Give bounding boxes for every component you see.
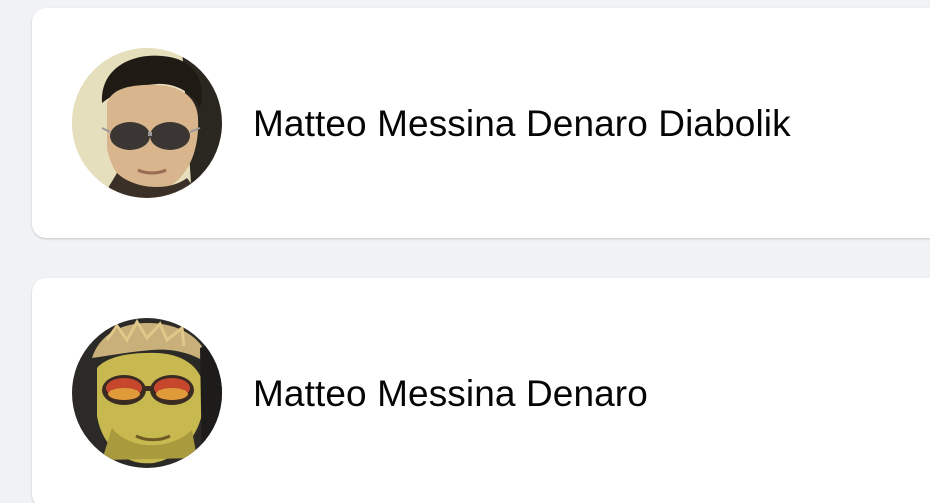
profile-card[interactable]: Matteo Messina Denaro [32,278,930,503]
profile-name[interactable]: Matteo Messina Denaro [253,374,648,414]
search-results-list: Matteo Messina Denaro Diabolik Matteo Me… [0,0,930,503]
avatar[interactable] [72,48,222,198]
profile-card[interactable]: Matteo Messina Denaro Diabolik [32,8,930,238]
profile-name[interactable]: Matteo Messina Denaro Diabolik [253,104,791,144]
profile-photo-sunglasses-icon [72,48,222,198]
avatar[interactable] [72,318,222,468]
profile-painting-crown-sunglasses-icon [72,318,222,468]
